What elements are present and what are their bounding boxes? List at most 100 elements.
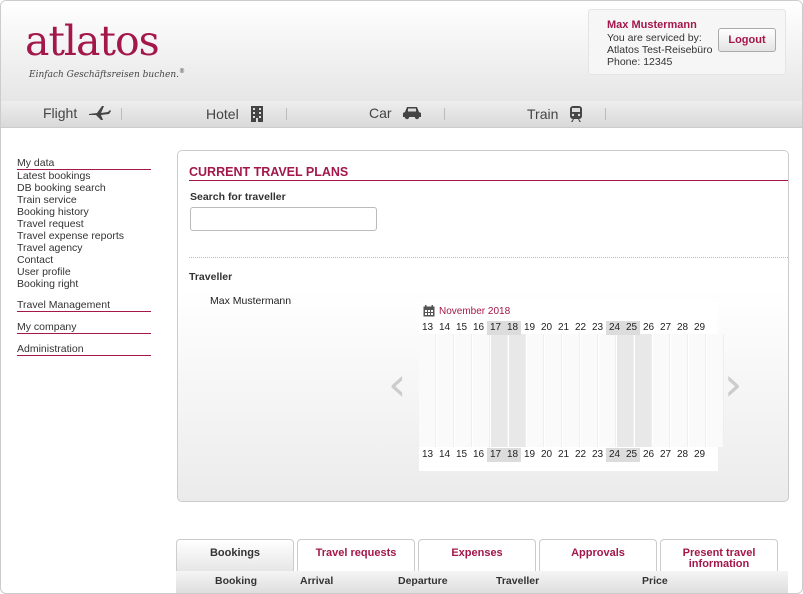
calendar-day-column <box>707 334 724 447</box>
sidebar-item-my-data[interactable]: My data <box>17 157 151 169</box>
sidebar-item[interactable]: Travel agency <box>17 242 151 254</box>
sidebar-item[interactable]: Booking history <box>17 206 151 218</box>
nav-train[interactable]: Train <box>527 105 584 123</box>
calendar-next-arrow-icon[interactable]: › <box>724 357 742 411</box>
calendar-header: November 2018 <box>423 305 510 317</box>
nav-hotel[interactable]: Hotel <box>206 105 265 123</box>
calendar-day-column <box>491 334 508 447</box>
nav-flight[interactable]: Flight <box>43 105 112 121</box>
calendar-day: 15 <box>455 322 468 333</box>
calendar-day: 24 <box>606 321 623 335</box>
col-departure[interactable]: Departure <box>398 575 448 587</box>
logout-button[interactable]: Logout <box>718 28 776 52</box>
calendar-day: 13 <box>421 322 434 333</box>
calendar-day-column <box>581 334 598 447</box>
tab-expenses[interactable]: Expenses <box>418 539 536 571</box>
tab-present-travel-information[interactable]: Present travel information <box>660 539 778 571</box>
sidebar-group-company: My company <box>17 321 151 334</box>
calendar-prev-arrow-icon[interactable]: ‹ <box>388 357 406 411</box>
nav-car[interactable]: Car <box>369 105 422 121</box>
traveller-label: Traveller <box>189 271 233 283</box>
calendar-day: 16 <box>472 449 485 460</box>
col-booking[interactable]: Booking <box>215 575 257 587</box>
sidebar-item[interactable]: Latest bookings <box>17 170 151 182</box>
user-name: Max Mustermann <box>607 19 697 31</box>
nav-divider <box>286 108 287 120</box>
col-traveller[interactable]: Traveller <box>496 575 539 587</box>
sidebar-item[interactable]: Train service <box>17 194 151 206</box>
calendar-day: 20 <box>540 449 553 460</box>
calendar-day: 17 <box>487 448 504 462</box>
app-window: atlatos Einfach Geschäftsreisen buchen.®… <box>0 0 803 594</box>
calendar-columns <box>419 334 725 447</box>
traveller-name: Max Mustermann <box>210 295 292 307</box>
tagline: Einfach Geschäftsreisen buchen.® <box>29 68 186 80</box>
calendar-day: 27 <box>659 322 672 333</box>
calendar-day: 25 <box>623 321 640 335</box>
calendar-day-column <box>689 334 706 447</box>
calendar-day-column <box>455 334 472 447</box>
calendar-day-column <box>635 334 652 447</box>
calendar-day-column <box>509 334 526 447</box>
calendar-days-bottom: 13 14 15 16 17 18 19 20 21 22 23 24 25 26 27 28 29 <box>419 448 708 462</box>
sidebar-item[interactable]: User profile <box>17 266 151 278</box>
calendar-day: 15 <box>455 449 468 460</box>
calendar-day: 22 <box>574 449 587 460</box>
calendar-day: 18 <box>504 448 521 462</box>
calendar-day: 17 <box>487 321 504 335</box>
nav-hotel-label: Hotel <box>206 106 239 122</box>
sidebar-item-administration[interactable]: Administration <box>17 343 151 355</box>
sidebar-item[interactable]: Booking right <box>17 278 151 290</box>
calendar-day-column <box>563 334 580 447</box>
calendar-day-column <box>671 334 688 447</box>
sidebar-group-mydata: My data <box>17 157 151 170</box>
calendar-day: 28 <box>676 322 689 333</box>
calendar-day: 26 <box>642 322 655 333</box>
logo[interactable]: atlatos <box>25 17 160 65</box>
agency-name: Atlatos Test-Reisebüro <box>607 44 713 56</box>
hotel-building-icon <box>250 106 263 122</box>
tab-travel-requests[interactable]: Travel requests <box>297 539 415 571</box>
calendar-day: 23 <box>591 322 604 333</box>
nav-divider <box>605 108 606 120</box>
calendar-day: 14 <box>438 322 451 333</box>
sidebar-item[interactable]: DB booking search <box>17 182 151 194</box>
sidebar-submenu: Latest bookings DB booking search Train … <box>17 170 151 290</box>
sidebar-item[interactable]: Contact <box>17 254 151 266</box>
nav-divider <box>444 108 445 120</box>
sidebar-item[interactable]: Travel request <box>17 218 151 230</box>
nav-divider <box>121 108 122 120</box>
calendar-day: 23 <box>591 449 604 460</box>
calendar-day: 24 <box>606 448 623 462</box>
calendar-day: 21 <box>557 449 570 460</box>
user-info-box: Max Mustermann You are serviced by: Atla… <box>588 9 786 75</box>
calendar-day: 27 <box>659 449 672 460</box>
calendar-day: 19 <box>523 322 536 333</box>
calendar-day: 29 <box>693 322 706 333</box>
calendar-day: 16 <box>472 322 485 333</box>
calendar-day: 28 <box>676 449 689 460</box>
agency-phone: Phone: 12345 <box>607 56 673 68</box>
calendar-day: 19 <box>523 449 536 460</box>
col-price[interactable]: Price <box>642 575 668 587</box>
calendar-day: 22 <box>574 322 587 333</box>
calendar-day-column <box>437 334 454 447</box>
sidebar-item-my-company[interactable]: My company <box>17 321 151 333</box>
sidebar-item[interactable]: Travel expense reports <box>17 230 151 242</box>
panel-title: CURRENT TRAVEL PLANS <box>189 165 349 179</box>
train-icon <box>570 106 583 122</box>
nav-train-label: Train <box>527 106 559 122</box>
sidebar-item-travel-management[interactable]: Travel Management <box>17 299 151 311</box>
sidebar-group-travel-management: Travel Management <box>17 299 151 312</box>
tab-bookings[interactable]: Bookings <box>176 539 294 571</box>
calendar-day: 20 <box>540 322 553 333</box>
calendar-day: 14 <box>438 449 451 460</box>
calendar-timeline: November 2018 13 14 15 16 17 18 19 20 21 22 23 24 25… <box>419 301 724 471</box>
traveller-search-input[interactable] <box>190 207 377 231</box>
col-arrival[interactable]: Arrival <box>300 575 333 587</box>
calendar-day-column <box>419 334 436 447</box>
tab-approvals[interactable]: Approvals <box>539 539 657 571</box>
dotted-divider <box>189 257 788 258</box>
nav-flight-label: Flight <box>43 105 78 121</box>
calendar-month: November 2018 <box>439 305 511 317</box>
